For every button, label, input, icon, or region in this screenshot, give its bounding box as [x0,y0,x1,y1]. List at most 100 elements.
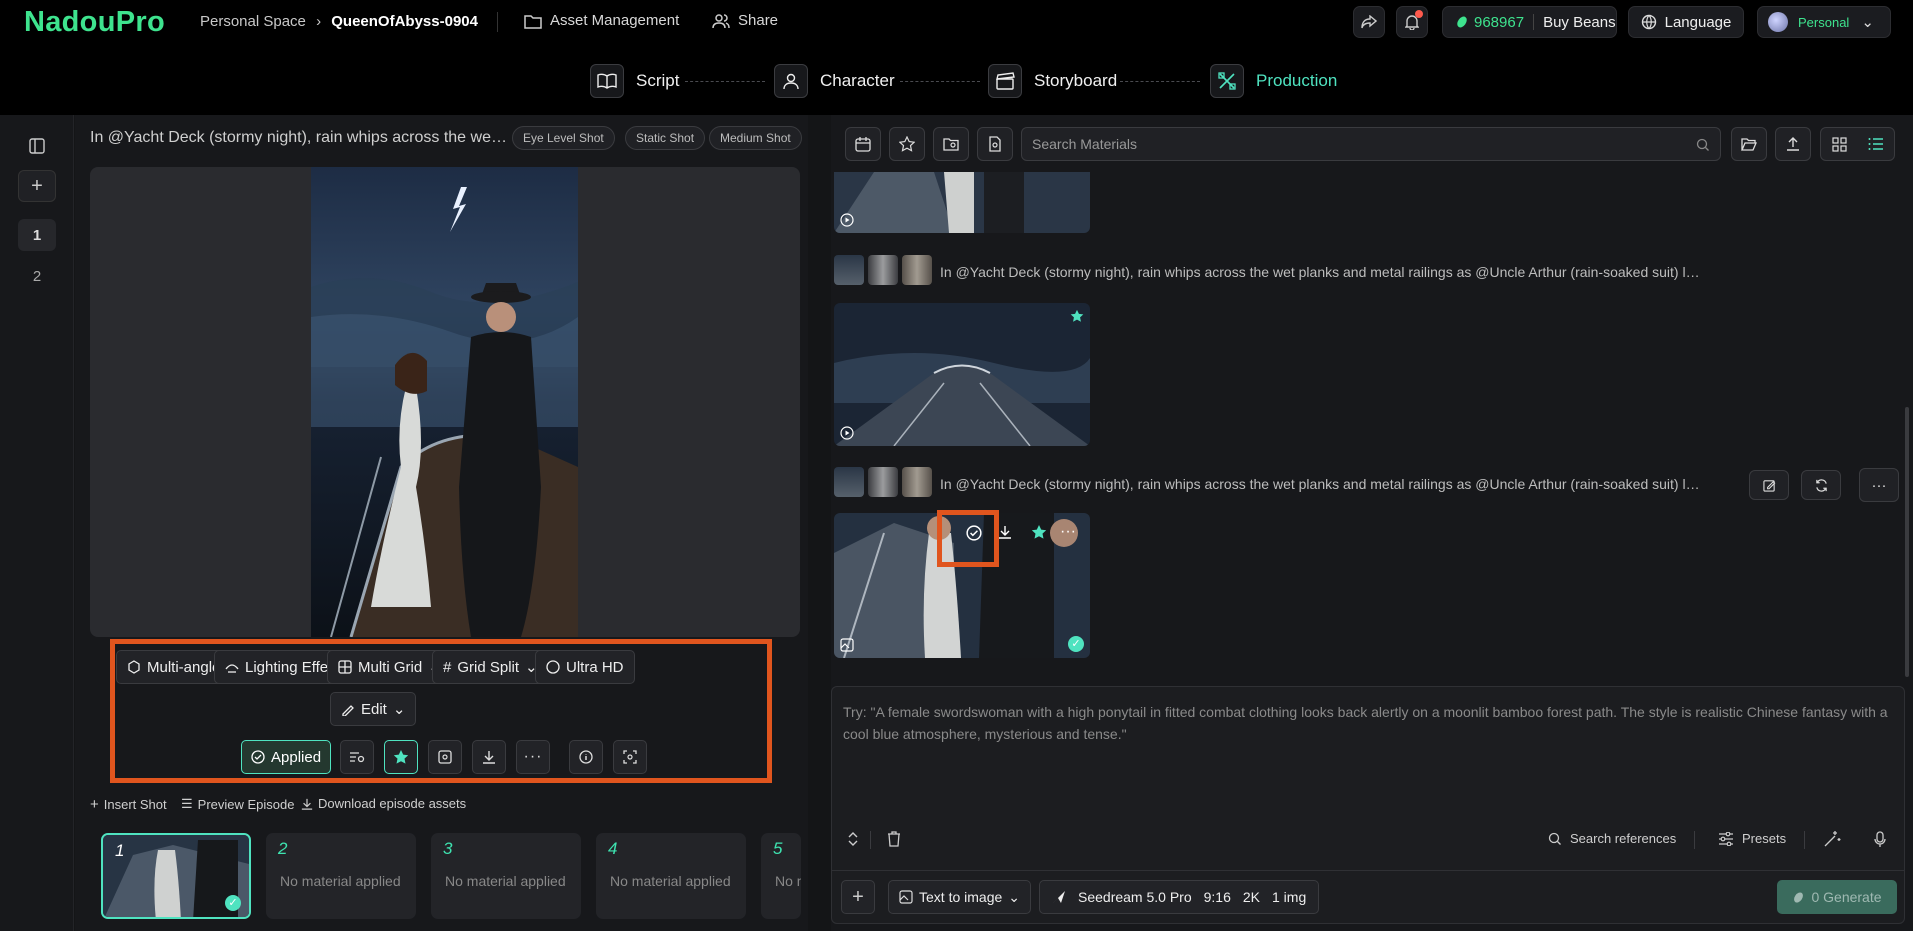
list-icon: ☰ [181,796,193,811]
edit-prompt-button[interactable] [1749,470,1789,500]
calendar-icon [855,137,871,152]
reference-thumb[interactable] [868,255,898,285]
open-folder-button[interactable] [1731,127,1767,161]
search-references-button[interactable]: Search references [1548,831,1676,846]
preview-episode-label: Preview Episode [197,796,295,812]
shot-prompt[interactable]: In @Yacht Deck (stormy night), rain whip… [90,129,510,147]
asset-management-link[interactable]: Asset Management [524,12,679,29]
add-reference-button[interactable]: + [841,880,875,914]
search-references-label: Search references [1570,831,1677,846]
episode-thumb-1[interactable]: 1 ✓ [101,833,251,919]
model-icon [1053,891,1065,903]
rail-shot-2[interactable]: 2 [18,260,56,292]
workflow-steps: Script Character Storyboard Production [0,45,1913,115]
presets-button[interactable]: Presets [1718,831,1786,846]
resolution-label: 2K [1242,889,1260,905]
add-shot-button[interactable]: + [18,170,56,202]
episode-thumb-2[interactable]: 2 No material applied [266,833,416,919]
material-image[interactable] [834,172,1090,233]
more-icon: ··· [1871,476,1887,494]
language-button[interactable]: Language [1628,6,1744,38]
group-more-button[interactable]: ··· [1859,468,1899,502]
material-image[interactable] [834,303,1090,446]
reference-thumb[interactable] [834,255,864,285]
model-settings-button[interactable]: Seedream 5.0 Pro 9:16 2K 1 img [1039,880,1320,914]
folder-search-button[interactable] [933,127,969,161]
reference-thumb[interactable] [902,255,932,285]
applied-check-icon: ✓ [1068,636,1084,652]
prompt-composer: Try: "A female swordswoman with a high p… [831,686,1905,924]
toggle-sidebar-icon[interactable] [18,130,56,162]
step-script[interactable]: Script [590,64,679,98]
download-episode-link[interactable]: Download episode assets [301,796,466,811]
view-toggle[interactable] [1820,127,1895,161]
episode-thumb-3[interactable]: 3 No material applied [431,833,581,919]
microphone-icon[interactable] [1874,831,1886,848]
material-prompt[interactable]: In @Yacht Deck (stormy night), rain whip… [940,264,1702,280]
scrollbar[interactable] [1905,407,1909,677]
episode-thumb-5[interactable]: 5 No material applied [761,833,801,919]
material-prompt[interactable]: In @Yacht Deck (stormy night), rain whip… [940,476,1702,492]
play-icon [840,426,854,440]
share-button[interactable] [1353,6,1385,38]
rail-shot-1[interactable]: 1 [18,219,56,251]
star-badge-icon[interactable] [1070,309,1084,323]
thumb-number: 1 [115,841,125,860]
mode-label: Text to image [919,889,1003,905]
reference-thumb[interactable] [834,467,864,497]
regenerate-button[interactable] [1801,470,1841,500]
beans-wallet[interactable]: 968967 Buy Beans [1442,6,1617,38]
thumb-empty-text: No material applied [280,873,401,889]
bean-icon [1794,891,1804,903]
sliders-icon [1719,831,1733,846]
divider [1533,14,1535,30]
share-link[interactable]: Share [712,12,778,29]
app-logo[interactable]: NadouPro [24,6,165,39]
tag-chip[interactable]: Medium Shot [709,126,802,150]
reference-thumb[interactable] [868,467,898,497]
download-icon[interactable] [998,525,1012,539]
step-connector [900,81,980,82]
star-outline-icon [899,136,915,152]
tag-chip[interactable]: Static Shot [625,126,706,150]
folder-search-icon [943,138,959,151]
expand-icon[interactable] [846,831,860,847]
list-view-icon [1868,138,1883,150]
tag-chip[interactable]: Eye Level Shot [512,126,615,150]
folder-open-icon [1741,138,1757,151]
favorites-filter-button[interactable] [889,127,925,161]
generated-image[interactable] [311,167,578,637]
search-materials-input[interactable]: Search Materials [1021,127,1721,161]
document-search-button[interactable] [977,127,1013,161]
episode-thumb-4[interactable]: 4 No material applied [596,833,746,919]
generate-button[interactable]: 0 Generate [1777,880,1897,914]
divider [870,831,871,849]
step-label: Script [636,71,680,90]
clapperboard-icon [988,64,1022,98]
person-icon [774,64,808,98]
reference-thumb[interactable] [902,467,932,497]
shot-editor: In @Yacht Deck (stormy night), rain whip… [75,115,808,931]
step-storyboard[interactable]: Storyboard [988,64,1117,98]
mode-dropdown[interactable]: Text to image ⌄ [888,880,1031,914]
profile-menu[interactable]: Personal ⌄ [1757,6,1891,38]
presets-label: Presets [1742,831,1787,846]
breadcrumb-project[interactable]: QueenOfAbyss-0904 [331,13,478,30]
star-icon[interactable] [1031,524,1047,540]
thumb-number: 4 [608,839,618,858]
chevron-right-icon: › [316,13,322,30]
trash-icon[interactable] [887,831,901,847]
highlight-box [937,510,999,567]
notifications-button[interactable] [1396,6,1428,38]
magic-enhance-icon[interactable] [1823,830,1841,848]
prompt-textarea[interactable]: Try: "A female swordswoman with a high p… [843,701,1893,745]
more-icon[interactable]: ··· [1060,523,1076,541]
insert-shot-link[interactable]: + Insert Shot [90,796,167,813]
breadcrumb-space[interactable]: Personal Space [200,13,306,30]
preview-episode-link[interactable]: ☰ Preview Episode [181,796,294,812]
upload-button[interactable] [1775,127,1811,161]
step-character[interactable]: Character [774,64,895,98]
step-production[interactable]: Production [1210,64,1337,98]
calendar-filter-button[interactable] [845,127,881,161]
play-icon [840,213,854,227]
